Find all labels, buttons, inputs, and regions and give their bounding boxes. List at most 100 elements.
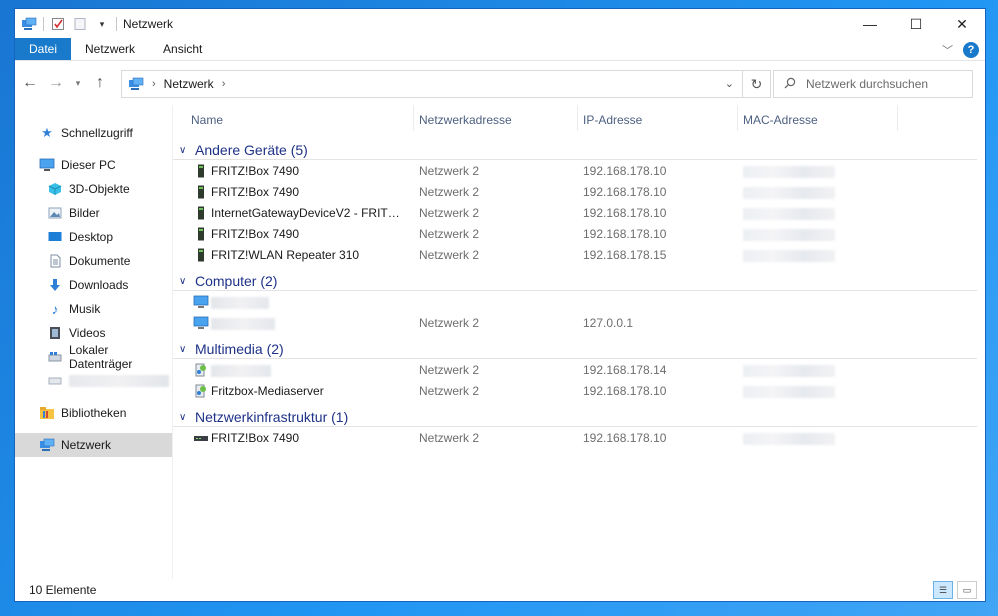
sidebar-item-label: 3D-Objekte (69, 182, 130, 196)
table-row[interactable]: FRITZ!Box 7490 Netzwerk 2 192.168.178.10 (173, 224, 985, 245)
sidebar-item-bibliotheken[interactable]: Bibliotheken (15, 401, 172, 425)
item-count: 10 Elemente (29, 583, 97, 597)
sidebar-item-label: Schnellzugriff (61, 126, 133, 140)
computer-icon (193, 294, 209, 310)
sidebar-item-bilder[interactable]: Bilder (15, 201, 172, 225)
forward-button[interactable]: → (45, 72, 67, 94)
customize-toolbar-icon[interactable]: ▾ (94, 16, 110, 32)
column-header-name[interactable]: Name (191, 113, 223, 127)
sidebar-item-label-redacted (69, 375, 169, 387)
chevron-right-icon[interactable]: › (222, 78, 226, 90)
table-row[interactable]: FRITZ!Box 7490 Netzwerk 2 192.168.178.10 (173, 161, 985, 182)
row-ip: 192.168.178.10 (583, 206, 667, 220)
sidebar-item-musik[interactable]: ♪ Musik (15, 297, 172, 321)
column-header-mac-adresse[interactable]: MAC-Adresse (743, 113, 818, 127)
help-icon[interactable]: ? (963, 42, 979, 58)
table-row[interactable]: FRITZ!Box 7490 Netzwerk 2 192.168.178.10 (173, 428, 985, 449)
recent-locations-icon[interactable]: ▾ (71, 72, 85, 94)
chevron-down-icon[interactable]: ∨ (179, 412, 191, 423)
row-mac-redacted (743, 250, 835, 262)
videos-icon (47, 325, 63, 341)
column-header-ip-adresse[interactable]: IP-Adresse (583, 113, 642, 127)
group-header-computer[interactable]: ∨ Computer (2) (173, 270, 985, 292)
row-network: Netzwerk 2 (419, 248, 480, 262)
computer-icon (193, 315, 209, 331)
maximize-button[interactable]: ☐ (893, 9, 939, 39)
pictures-icon (47, 205, 63, 221)
large-icons-view-icon[interactable]: ▭ (957, 581, 977, 599)
sidebar-item-lokaler-datentraeger[interactable]: Lokaler Datenträger (15, 343, 172, 371)
chevron-down-icon[interactable]: ∨ (179, 145, 191, 156)
sidebar-item-3d-objekte[interactable]: 3D-Objekte (15, 177, 172, 201)
table-row[interactable]: Fritzbox-Mediaserver Netzwerk 2 192.168.… (173, 381, 985, 402)
row-name-redacted (211, 365, 271, 377)
sidebar-item-network-drive[interactable] (15, 369, 172, 393)
sidebar-item-videos[interactable]: Videos (15, 321, 172, 345)
row-mac-redacted (743, 229, 835, 241)
row-mac-redacted (743, 208, 835, 220)
search-input[interactable]: Netzwerk durchsuchen (773, 70, 973, 98)
expand-ribbon-icon[interactable]: ﹀ (942, 42, 953, 58)
router-icon (193, 184, 209, 200)
tab-datei[interactable]: Datei (15, 38, 72, 60)
group-header-netzwerkinfrastruktur[interactable]: ∨ Netzwerkinfrastruktur (1) (173, 406, 985, 428)
group-title: Multimedia (2) (195, 341, 284, 357)
navigation-bar: ← → ▾ ↑ › Netzwerk › ⌄ ↻ Netzwerk durchs… (15, 61, 985, 105)
search-placeholder: Netzwerk durchsuchen (806, 77, 929, 91)
status-bar: 10 Elemente ☰ ▭ (15, 579, 985, 601)
chevron-down-icon[interactable]: ∨ (179, 276, 191, 287)
group-title: Andere Geräte (5) (195, 142, 308, 158)
music-icon: ♪ (51, 301, 59, 317)
chevron-down-icon[interactable]: ⌄ (725, 77, 734, 90)
tab-netzwerk[interactable]: Netzwerk (71, 38, 149, 60)
refresh-button[interactable]: ↻ (743, 70, 771, 98)
address-bar[interactable]: › Netzwerk › ⌄ (121, 70, 743, 98)
chevron-down-icon[interactable]: ∨ (179, 344, 191, 355)
group-header-multimedia[interactable]: ∨ Multimedia (2) (173, 338, 985, 360)
sidebar-item-label: Bibliotheken (61, 406, 127, 420)
column-header-netzwerkadresse[interactable]: Netzwerkadresse (419, 113, 512, 127)
table-row[interactable] (173, 292, 985, 313)
row-ip: 192.168.178.10 (583, 384, 667, 398)
table-row[interactable]: Netzwerk 2 127.0.0.1 (173, 313, 985, 334)
sidebar-item-desktop[interactable]: Desktop (15, 225, 172, 249)
tab-ansicht[interactable]: Ansicht (149, 38, 216, 60)
table-row[interactable]: FRITZ!Box 7490 Netzwerk 2 192.168.178.10 (173, 182, 985, 203)
minimize-button[interactable]: — (847, 9, 893, 39)
column-divider[interactable] (737, 105, 738, 131)
row-name: FRITZ!WLAN Repeater 310 (211, 248, 360, 262)
row-ip: 192.168.178.10 (583, 185, 667, 199)
view-switcher: ☰ ▭ (933, 581, 977, 599)
chevron-right-icon[interactable]: › (152, 78, 156, 90)
sidebar-item-schnellzugriff[interactable]: ★ Schnellzugriff (15, 121, 172, 145)
details-view-icon[interactable]: ☰ (933, 581, 953, 599)
row-name: FRITZ!Box 7490 (211, 164, 300, 178)
table-row[interactable]: InternetGatewayDeviceV2 - FRITZ!Box 7490… (173, 203, 985, 224)
sidebar-item-downloads[interactable]: Downloads (15, 273, 172, 297)
row-network: Netzwerk 2 (419, 185, 480, 199)
row-mac-redacted (743, 166, 835, 178)
sidebar-item-netzwerk[interactable]: Netzwerk (15, 433, 172, 457)
drive-icon (47, 349, 63, 365)
group-divider (173, 159, 977, 160)
column-divider[interactable] (577, 105, 578, 131)
separator (116, 17, 117, 31)
properties-icon[interactable] (50, 16, 66, 32)
row-mac-redacted (743, 187, 835, 199)
group-divider (173, 290, 977, 291)
sidebar-item-dieser-pc[interactable]: Dieser PC (15, 153, 172, 177)
column-divider[interactable] (897, 105, 898, 131)
breadcrumb-item[interactable]: Netzwerk (164, 77, 214, 91)
ribbon-tabs: Datei Netzwerk Ansicht ﹀ ? (15, 38, 985, 61)
up-button[interactable]: ↑ (89, 72, 111, 94)
sidebar-item-dokumente[interactable]: Dokumente (15, 249, 172, 273)
new-folder-icon[interactable] (72, 16, 88, 32)
table-row[interactable]: Netzwerk 2 192.168.178.14 (173, 360, 985, 381)
close-button[interactable]: ✕ (939, 9, 985, 39)
table-row[interactable]: FRITZ!WLAN Repeater 310 Netzwerk 2 192.1… (173, 245, 985, 266)
group-header-andere-geraete[interactable]: ∨ Andere Geräte (5) (173, 139, 985, 161)
back-button[interactable]: ← (19, 72, 41, 94)
column-divider[interactable] (413, 105, 414, 131)
quick-access-toolbar: ▾ (15, 16, 117, 32)
sidebar-item-label: Bilder (69, 206, 100, 220)
